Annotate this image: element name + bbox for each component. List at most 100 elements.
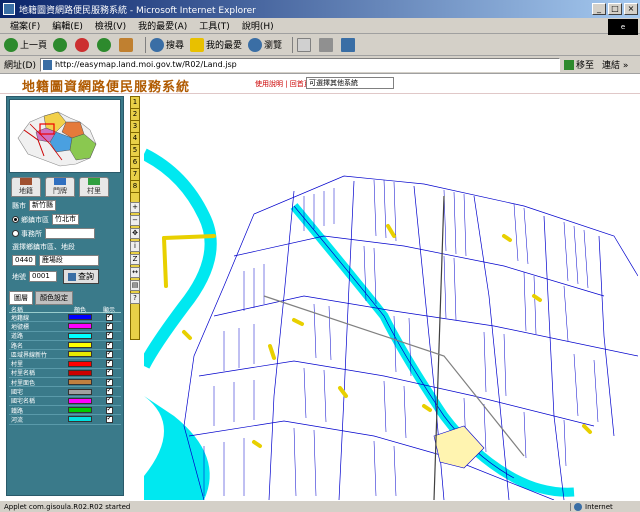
layer-visible-checkbox[interactable] [105, 386, 113, 396]
house-icon [54, 178, 66, 185]
layer-row: 地號標 [9, 321, 121, 332]
layer-color-swatch[interactable] [68, 388, 92, 395]
office-select[interactable] [45, 228, 95, 239]
menu-favorites[interactable]: 我的最愛(A) [132, 19, 193, 32]
print-map-icon[interactable]: ▤ [130, 280, 140, 291]
cadastral-map[interactable] [144, 96, 638, 500]
zoom-in-icon[interactable]: + [130, 202, 140, 213]
help-icon[interactable]: ? [130, 293, 140, 304]
tab-address[interactable]: 門牌 [45, 177, 75, 197]
forward-button[interactable] [53, 37, 69, 52]
layer-visible-checkbox[interactable] [105, 330, 113, 340]
layer-visible-checkbox[interactable] [105, 312, 113, 321]
layer-visible-checkbox[interactable] [105, 414, 113, 423]
print-button[interactable] [319, 37, 335, 52]
zone-label: Internet [585, 502, 613, 511]
township-select[interactable]: 竹北市 [52, 214, 79, 225]
land-icon [20, 178, 32, 185]
identify-icon[interactable]: i [130, 241, 140, 252]
layer-color-swatch[interactable] [68, 397, 92, 404]
township-radio[interactable] [12, 216, 19, 223]
highlighted-parcel[interactable] [433, 425, 485, 469]
layer-color-swatch[interactable] [68, 351, 92, 358]
layer-color-swatch[interactable] [68, 407, 92, 414]
layer-visible-checkbox[interactable] [105, 321, 113, 330]
tab-color-settings[interactable]: 顏色設定 [35, 291, 73, 305]
menu-view[interactable]: 檢視(V) [89, 19, 132, 32]
zoom-level-button[interactable]: 7 [131, 169, 139, 181]
tab-address-label: 門牌 [53, 187, 67, 195]
layer-visible-checkbox[interactable] [105, 358, 113, 368]
section-code[interactable]: 0440 [12, 255, 36, 266]
layer-visible-checkbox[interactable] [105, 349, 113, 358]
full-extent-icon[interactable]: Z [130, 254, 140, 265]
query-button[interactable]: 查詢 [63, 269, 99, 284]
refresh-icon [97, 37, 112, 52]
maximize-button[interactable]: □ [608, 3, 622, 15]
close-button[interactable]: × [624, 3, 638, 15]
zoom-level-button[interactable]: 6 [131, 157, 139, 169]
mail-button[interactable] [297, 37, 313, 52]
zoom-level-button[interactable]: 8 [131, 181, 139, 193]
layer-visible-checkbox[interactable] [105, 395, 113, 405]
zoom-out-icon[interactable]: − [130, 215, 140, 226]
layer-color-swatch[interactable] [68, 360, 92, 367]
tab-village[interactable]: 村里 [79, 177, 109, 197]
map-canvas[interactable] [144, 96, 638, 500]
layer-table: 名稱 顏色 顯示 地籍線 地號標 道路 路名 區域界線新竹 村里 村里名稱 村里… [9, 305, 121, 425]
links-button[interactable]: 連結 » [602, 58, 628, 71]
search-button[interactable]: 搜尋 [150, 37, 184, 52]
favorites-button[interactable]: 我的最愛 [190, 37, 242, 52]
menu-tools[interactable]: 工具(T) [193, 19, 236, 32]
header-links[interactable]: 使用說明 | 回首頁 [255, 79, 311, 89]
query-form: 縣市 新竹縣 鄉鎮市區 竹北市 事務所 選擇鄉鎮市區、地段 0440 鹿場段 地… [9, 197, 121, 291]
zoom-level-button[interactable]: 5 [131, 145, 139, 157]
office-radio[interactable] [12, 230, 19, 237]
parcel-lots [203, 179, 599, 497]
edit-button[interactable] [341, 37, 357, 52]
toolbar-separator [292, 36, 294, 53]
map-tool-strip: + − ✥ i Z ↔ ▤ ? [130, 202, 140, 310]
layer-color-swatch[interactable] [68, 332, 92, 339]
tab-land[interactable]: 地籍 [11, 177, 41, 197]
zoom-level-button[interactable]: 4 [131, 133, 139, 145]
pan-icon[interactable]: ✥ [130, 228, 140, 239]
toolbar: 上一頁 搜尋 我的最愛 瀏覽 [0, 34, 640, 56]
layer-color-swatch[interactable] [68, 369, 92, 376]
forward-arrow-icon [53, 37, 68, 52]
layer-color-swatch[interactable] [68, 314, 92, 321]
layer-name: 村里名稱 [11, 370, 36, 378]
layer-visible-checkbox[interactable] [105, 377, 113, 386]
layer-visible-checkbox[interactable] [105, 340, 113, 349]
zoom-level-button[interactable]: 2 [131, 109, 139, 121]
history-label: 瀏覽 [264, 41, 283, 51]
zoom-level-button[interactable]: 3 [131, 121, 139, 133]
county-select[interactable]: 新竹縣 [29, 200, 56, 211]
go-arrow-icon [563, 59, 574, 70]
layer-color-swatch[interactable] [68, 416, 92, 423]
go-button[interactable]: 移至 [563, 58, 594, 71]
menu-file[interactable]: 檔案(F) [4, 19, 46, 32]
home-button[interactable] [119, 37, 135, 52]
layer-color-swatch[interactable] [68, 342, 92, 349]
layer-color-swatch[interactable] [68, 323, 92, 330]
section-select[interactable]: 鹿場段 [38, 255, 99, 266]
tab-layers[interactable]: 圖層 [9, 291, 33, 305]
system-select[interactable]: 可選擇其他系統 [306, 77, 394, 89]
overview-map[interactable] [9, 99, 121, 173]
zoom-level-button[interactable]: 1 [131, 97, 139, 109]
measure-icon[interactable]: ↔ [130, 267, 140, 278]
layer-visible-checkbox[interactable] [105, 405, 113, 414]
address-label: 網址(D) [4, 61, 36, 71]
menu-edit[interactable]: 編輯(E) [46, 19, 89, 32]
minimize-button[interactable]: _ [592, 3, 606, 15]
layer-color-swatch[interactable] [68, 379, 92, 386]
parcel-input[interactable]: 0001 [29, 271, 57, 282]
menu-help[interactable]: 說明(H) [236, 19, 280, 32]
layer-visible-checkbox[interactable] [105, 367, 113, 377]
address-input[interactable]: http://easymap.land.moi.gov.tw/R02/Land.… [39, 57, 560, 72]
stop-button[interactable] [75, 37, 91, 52]
history-button[interactable]: 瀏覽 [248, 37, 283, 52]
back-button[interactable]: 上一頁 [4, 37, 47, 52]
refresh-button[interactable] [97, 37, 113, 52]
